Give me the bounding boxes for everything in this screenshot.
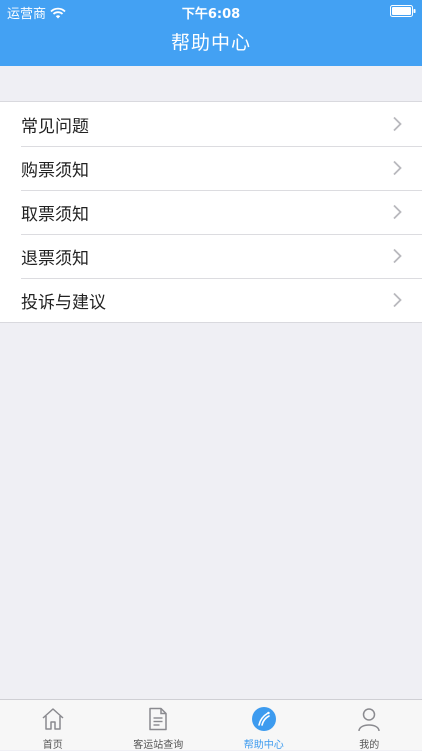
menu-item-complaints-suggestions[interactable]: 投诉与建议: [0, 278, 422, 322]
chevron-right-icon: [392, 116, 402, 132]
tab-home[interactable]: 首页: [0, 700, 106, 750]
menu-item-faq[interactable]: 常见问题: [0, 102, 422, 146]
tab-bar: 首页 客运站查询 帮助中心 我的: [0, 699, 422, 750]
help-icon: [251, 706, 277, 732]
document-icon: [145, 706, 171, 732]
chevron-right-icon: [392, 248, 402, 264]
page-title: 帮助中心: [0, 30, 422, 56]
battery-icon: [390, 5, 416, 17]
home-icon: [40, 706, 66, 732]
status-bar: 运营商 下午6:08: [0, 0, 422, 22]
menu-item-label: 常见问题: [21, 112, 89, 137]
chevron-right-icon: [392, 204, 402, 220]
tab-label: 帮助中心: [211, 736, 317, 751]
tab-profile[interactable]: 我的: [317, 700, 422, 750]
tab-station-search[interactable]: 客运站查询: [106, 700, 212, 750]
user-icon: [356, 706, 382, 732]
tab-help-center[interactable]: 帮助中心: [211, 700, 317, 750]
help-menu-list: 常见问题 购票须知 取票须知 退票须知 投诉与建议: [0, 101, 422, 323]
tab-label: 客运站查询: [106, 736, 212, 751]
menu-item-refund-notice[interactable]: 退票须知: [0, 234, 422, 278]
menu-item-label: 取票须知: [21, 200, 89, 225]
tab-label: 首页: [0, 736, 106, 751]
menu-item-purchase-notice[interactable]: 购票须知: [0, 146, 422, 190]
status-time: 下午6:08: [0, 3, 422, 22]
menu-item-label: 退票须知: [21, 244, 89, 269]
menu-item-label: 购票须知: [21, 156, 89, 181]
menu-item-pickup-notice[interactable]: 取票须知: [0, 190, 422, 234]
app-header: 运营商 下午6:08 帮助中心: [0, 0, 422, 66]
chevron-right-icon: [392, 160, 402, 176]
menu-item-label: 投诉与建议: [21, 288, 106, 313]
chevron-right-icon: [392, 292, 402, 308]
tab-label: 我的: [317, 736, 422, 751]
